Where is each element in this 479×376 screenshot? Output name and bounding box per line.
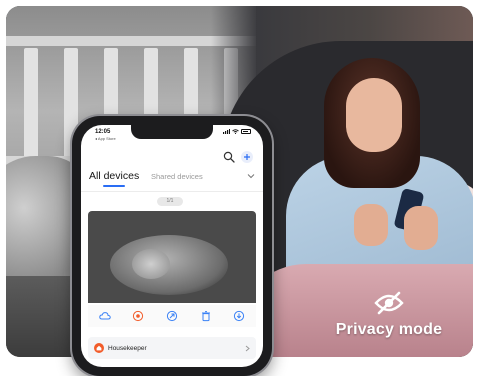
- tab-all-devices[interactable]: All devices: [89, 170, 139, 182]
- top-toolbar: [223, 151, 253, 163]
- tab-divider: [81, 191, 263, 192]
- search-icon[interactable]: [223, 151, 235, 163]
- active-tab-indicator: [103, 185, 125, 187]
- wifi-icon: [232, 129, 239, 134]
- signal-icon: [223, 129, 230, 134]
- woman-hand-left: [354, 204, 388, 246]
- app-screen: 12:05 ◂ App Store All devices Shared dev…: [81, 125, 263, 367]
- chevron-right-icon: [245, 345, 250, 351]
- phone-notch: [131, 125, 213, 139]
- privacy-mode-badge: Privacy mode: [319, 291, 459, 339]
- chevron-down-icon[interactable]: [247, 173, 255, 179]
- cloud-icon[interactable]: [99, 310, 111, 322]
- woman-face: [346, 78, 402, 152]
- trash-icon[interactable]: [200, 310, 212, 322]
- battery-icon: [241, 129, 251, 134]
- camera-live-feed[interactable]: [88, 211, 256, 303]
- status-time: 12:05: [95, 129, 111, 135]
- status-indicators: [223, 129, 251, 134]
- privacy-mode-label: Privacy mode: [335, 321, 443, 338]
- eye-off-icon: [374, 291, 404, 315]
- record-icon[interactable]: [132, 310, 144, 322]
- back-to-app-store[interactable]: ◂ App Store: [95, 136, 116, 141]
- feed-baby-head: [132, 249, 170, 279]
- camera-controls: [88, 305, 256, 327]
- woman-hand-right: [404, 206, 438, 250]
- page-indicator: 1/1: [157, 197, 183, 206]
- home-icon: [94, 343, 104, 353]
- crib-slat: [24, 48, 38, 158]
- tab-shared-devices[interactable]: Shared devices: [151, 172, 203, 181]
- home-glyph: [96, 345, 102, 351]
- add-device-button[interactable]: [241, 151, 253, 163]
- phone-mockup: 12:05 ◂ App Store All devices Shared dev…: [72, 116, 272, 376]
- device-list-item[interactable]: Housekeeper: [88, 337, 256, 359]
- download-icon[interactable]: [233, 310, 245, 322]
- device-tabs: All devices Shared devices: [89, 170, 255, 188]
- device-name: Housekeeper: [108, 344, 147, 352]
- share-icon[interactable]: [166, 310, 178, 322]
- plus-icon: [244, 154, 250, 160]
